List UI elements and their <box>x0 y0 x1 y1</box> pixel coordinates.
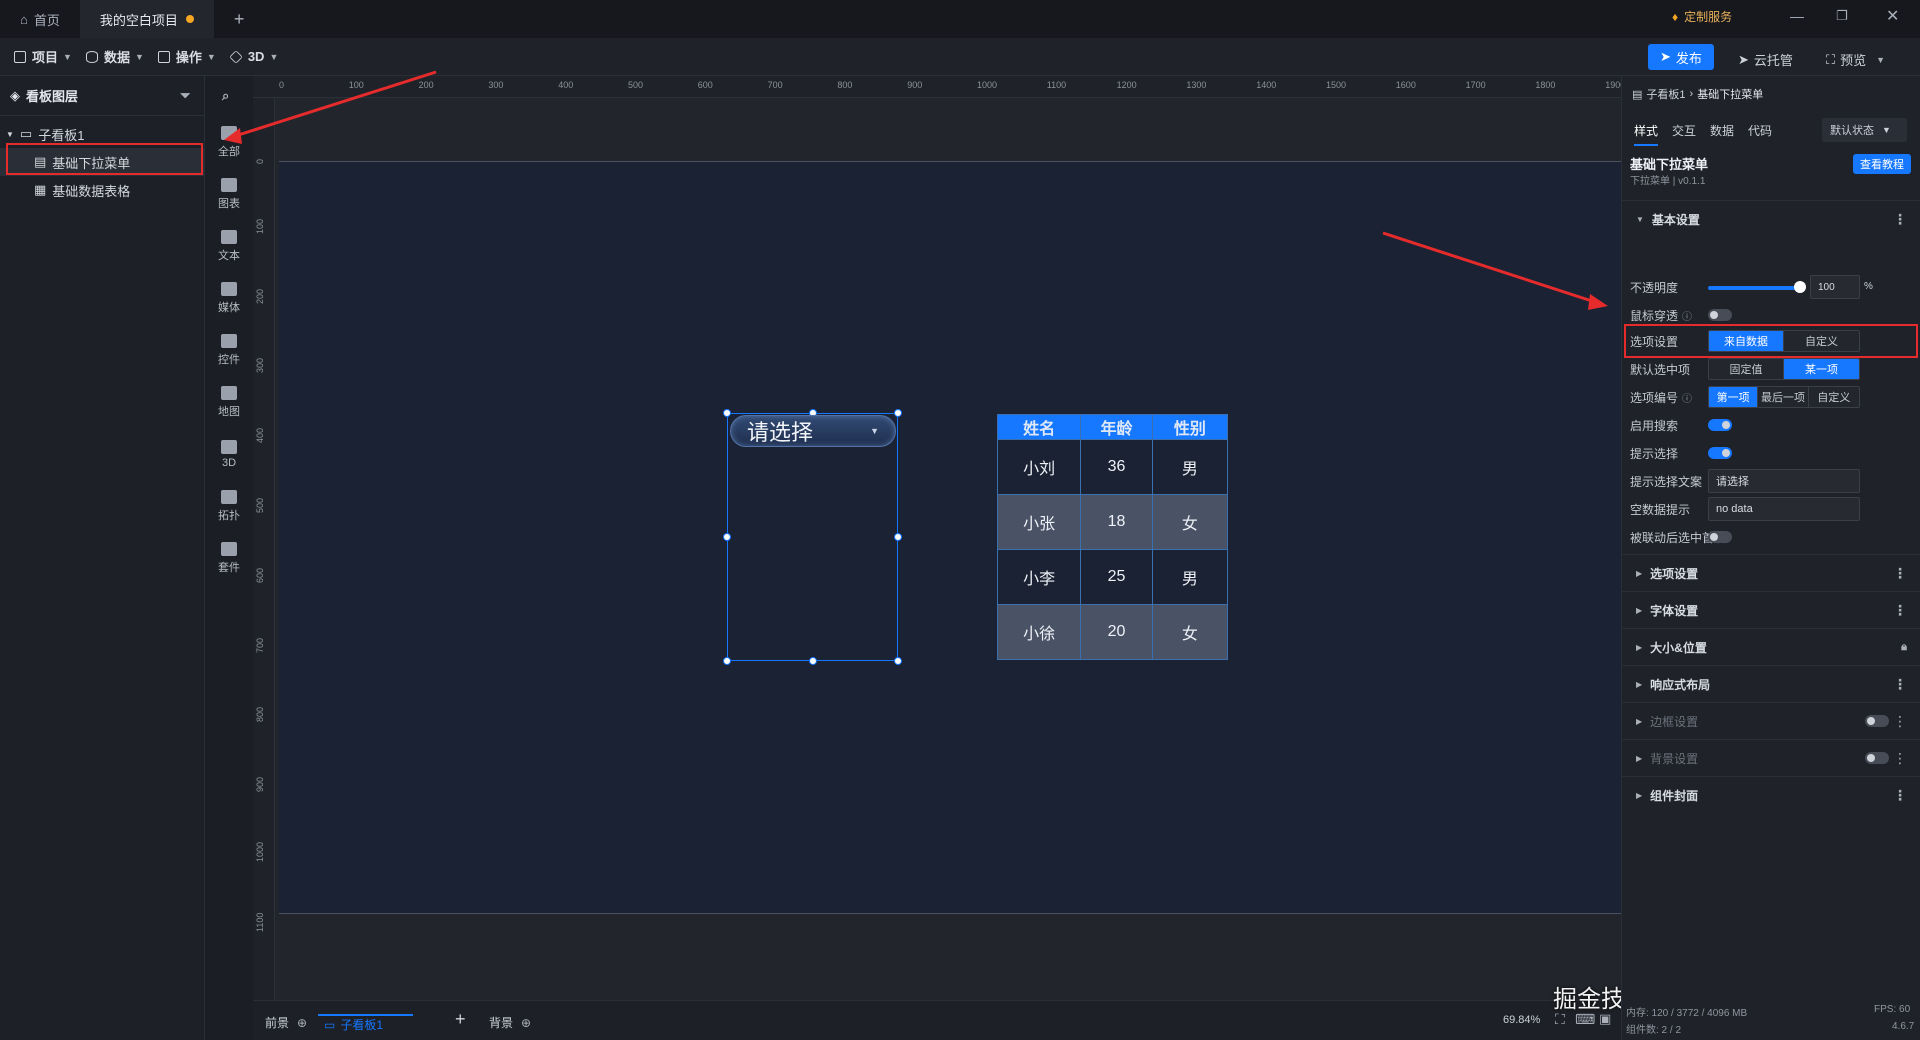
prompt-select-row: 提示选择 <box>1630 446 1679 461</box>
help-icon: ⓘ <box>1682 393 1693 405</box>
more-icon[interactable]: ⋮ <box>1893 565 1907 582</box>
opacity-unit: % <box>1864 281 1873 292</box>
default-some-item[interactable]: 某一项 <box>1784 359 1859 379</box>
version-label: 4.6.7 <box>1892 1021 1915 1032</box>
opacity-slider-thumb[interactable] <box>1794 281 1806 293</box>
number-first[interactable]: 第一项 <box>1709 387 1759 407</box>
chevron-down-icon: ▼ <box>1882 125 1891 135</box>
default-selected-segment: 固定值 某一项 <box>1708 358 1860 380</box>
board-tab[interactable]: ▭ 子看板1 <box>318 1014 414 1033</box>
component-version: 下拉菜单 | v0.1.1 <box>1630 176 1706 187</box>
more-icon[interactable]: ⋮ <box>1893 787 1907 804</box>
caret-right-icon: ▶ <box>1636 679 1643 689</box>
more-icon[interactable]: ⋮ <box>1893 676 1907 693</box>
foreground-tab[interactable]: 前景 ⊕ <box>265 1014 307 1031</box>
enable-search-row: 启用搜索 <box>1630 418 1679 433</box>
caret-right-icon: ▶ <box>1636 642 1643 652</box>
section-cover[interactable]: ▶ 组件封面 ⋮ <box>1622 776 1920 813</box>
add-board-icon[interactable]: + <box>455 1009 466 1030</box>
section-options[interactable]: ▶ 选项设置 ⋮ <box>1622 554 1920 591</box>
number-last[interactable]: 最后一项 <box>1758 387 1809 407</box>
help-icon: ⓘ <box>1682 311 1693 323</box>
section-size-position[interactable]: ▶ 大小&位置 🔒︎ <box>1622 628 1920 665</box>
prompt-select-toggle[interactable] <box>1708 447 1732 459</box>
default-fixed[interactable]: 固定值 <box>1709 359 1784 379</box>
caret-right-icon: ▶ <box>1636 790 1643 800</box>
state-select[interactable]: 默认状态 ▼ <box>1822 118 1907 142</box>
add-circle-icon[interactable]: ⊕ <box>297 1016 307 1030</box>
tab-interaction[interactable]: 交互 <box>1672 122 1696 146</box>
tab-code[interactable]: 代码 <box>1748 122 1772 146</box>
fps-counter: FPS: 60 <box>1874 1004 1911 1015</box>
empty-data-input[interactable]: no data <box>1708 497 1860 521</box>
board-icon: ▤ <box>1632 88 1643 101</box>
component-name: 基础下拉菜单 <box>1630 157 1709 172</box>
section-basic[interactable]: ▼ 基本设置 ⋮ <box>1622 200 1920 237</box>
background-tab[interactable]: 背景 ⊕ <box>489 1014 531 1031</box>
tab-style[interactable]: 样式 <box>1634 122 1659 146</box>
prompt-text-input[interactable]: 请选择 <box>1708 469 1860 493</box>
bottom-bar: 前景 ⊕ ▭ 子看板1 + 背景 ⊕ 69.84% ⛶ ⌨ ▣ <box>253 1000 1621 1040</box>
caret-right-icon: ▶ <box>1636 605 1643 615</box>
zoom-level[interactable]: 69.84% <box>1503 1014 1540 1026</box>
option-custom[interactable]: 自定义 <box>1784 331 1859 351</box>
section-font[interactable]: ▶ 字体设置 ⋮ <box>1622 591 1920 628</box>
number-custom[interactable]: 自定义 <box>1808 387 1859 407</box>
mouse-through-toggle[interactable] <box>1708 309 1732 321</box>
monitor-icon: ▭ <box>324 1017 336 1032</box>
tab-data[interactable]: 数据 <box>1710 122 1734 146</box>
option-from-data[interactable]: 来自数据 <box>1709 331 1784 351</box>
border-toggle[interactable] <box>1865 715 1889 727</box>
linked-first-row: 被联动后选中首项 <box>1630 530 1727 545</box>
props-tabs: 样式 交互 数据 代码 <box>1634 122 1772 146</box>
add-circle-icon[interactable]: ⊕ <box>521 1016 531 1030</box>
section-background[interactable]: ▶ 背景设置 ⋮ <box>1622 739 1920 776</box>
enable-search-toggle[interactable] <box>1708 419 1732 431</box>
section-border[interactable]: ▶ 边框设置 ⋮ <box>1622 702 1920 739</box>
caret-right-icon: ▶ <box>1636 568 1643 578</box>
component-count: 组件数: 2 / 2 <box>1626 1025 1682 1036</box>
more-icon[interactable]: ⋮ <box>1893 713 1907 730</box>
background-toggle[interactable] <box>1865 752 1889 764</box>
tutorial-button[interactable]: 查看教程 <box>1853 154 1911 174</box>
more-icon[interactable]: ⋮ <box>1893 602 1907 619</box>
lock-icon[interactable]: 🔒︎ <box>1901 641 1907 654</box>
memory-stats: 内存: 120 / 3772 / 4096 MB <box>1626 1008 1748 1019</box>
breadcrumb: ▤ 子看板1 › 基础下拉菜单 <box>1632 88 1764 101</box>
more-icon[interactable]: ⋮ <box>1893 750 1907 767</box>
option-number-segment: 第一项 最后一项 自定义 <box>1708 386 1860 408</box>
properties-panel: ▤ 子看板1 › 基础下拉菜单 样式 交互 数据 代码 默认状态 ▼ 基础下拉菜… <box>1621 76 1920 1040</box>
opacity-slider[interactable] <box>1708 286 1800 290</box>
option-setting-segment: 来自数据 自定义 <box>1708 330 1860 352</box>
section-responsive[interactable]: ▶ 响应式布局 ⋮ <box>1622 665 1920 702</box>
opacity-input[interactable]: 100 <box>1810 275 1860 299</box>
caret-down-icon: ▼ <box>1636 214 1644 224</box>
linked-first-toggle[interactable] <box>1708 531 1732 543</box>
caret-right-icon: ▶ <box>1636 753 1643 763</box>
more-icon[interactable]: ⋮ <box>1893 211 1907 228</box>
caret-right-icon: ▶ <box>1636 716 1643 726</box>
